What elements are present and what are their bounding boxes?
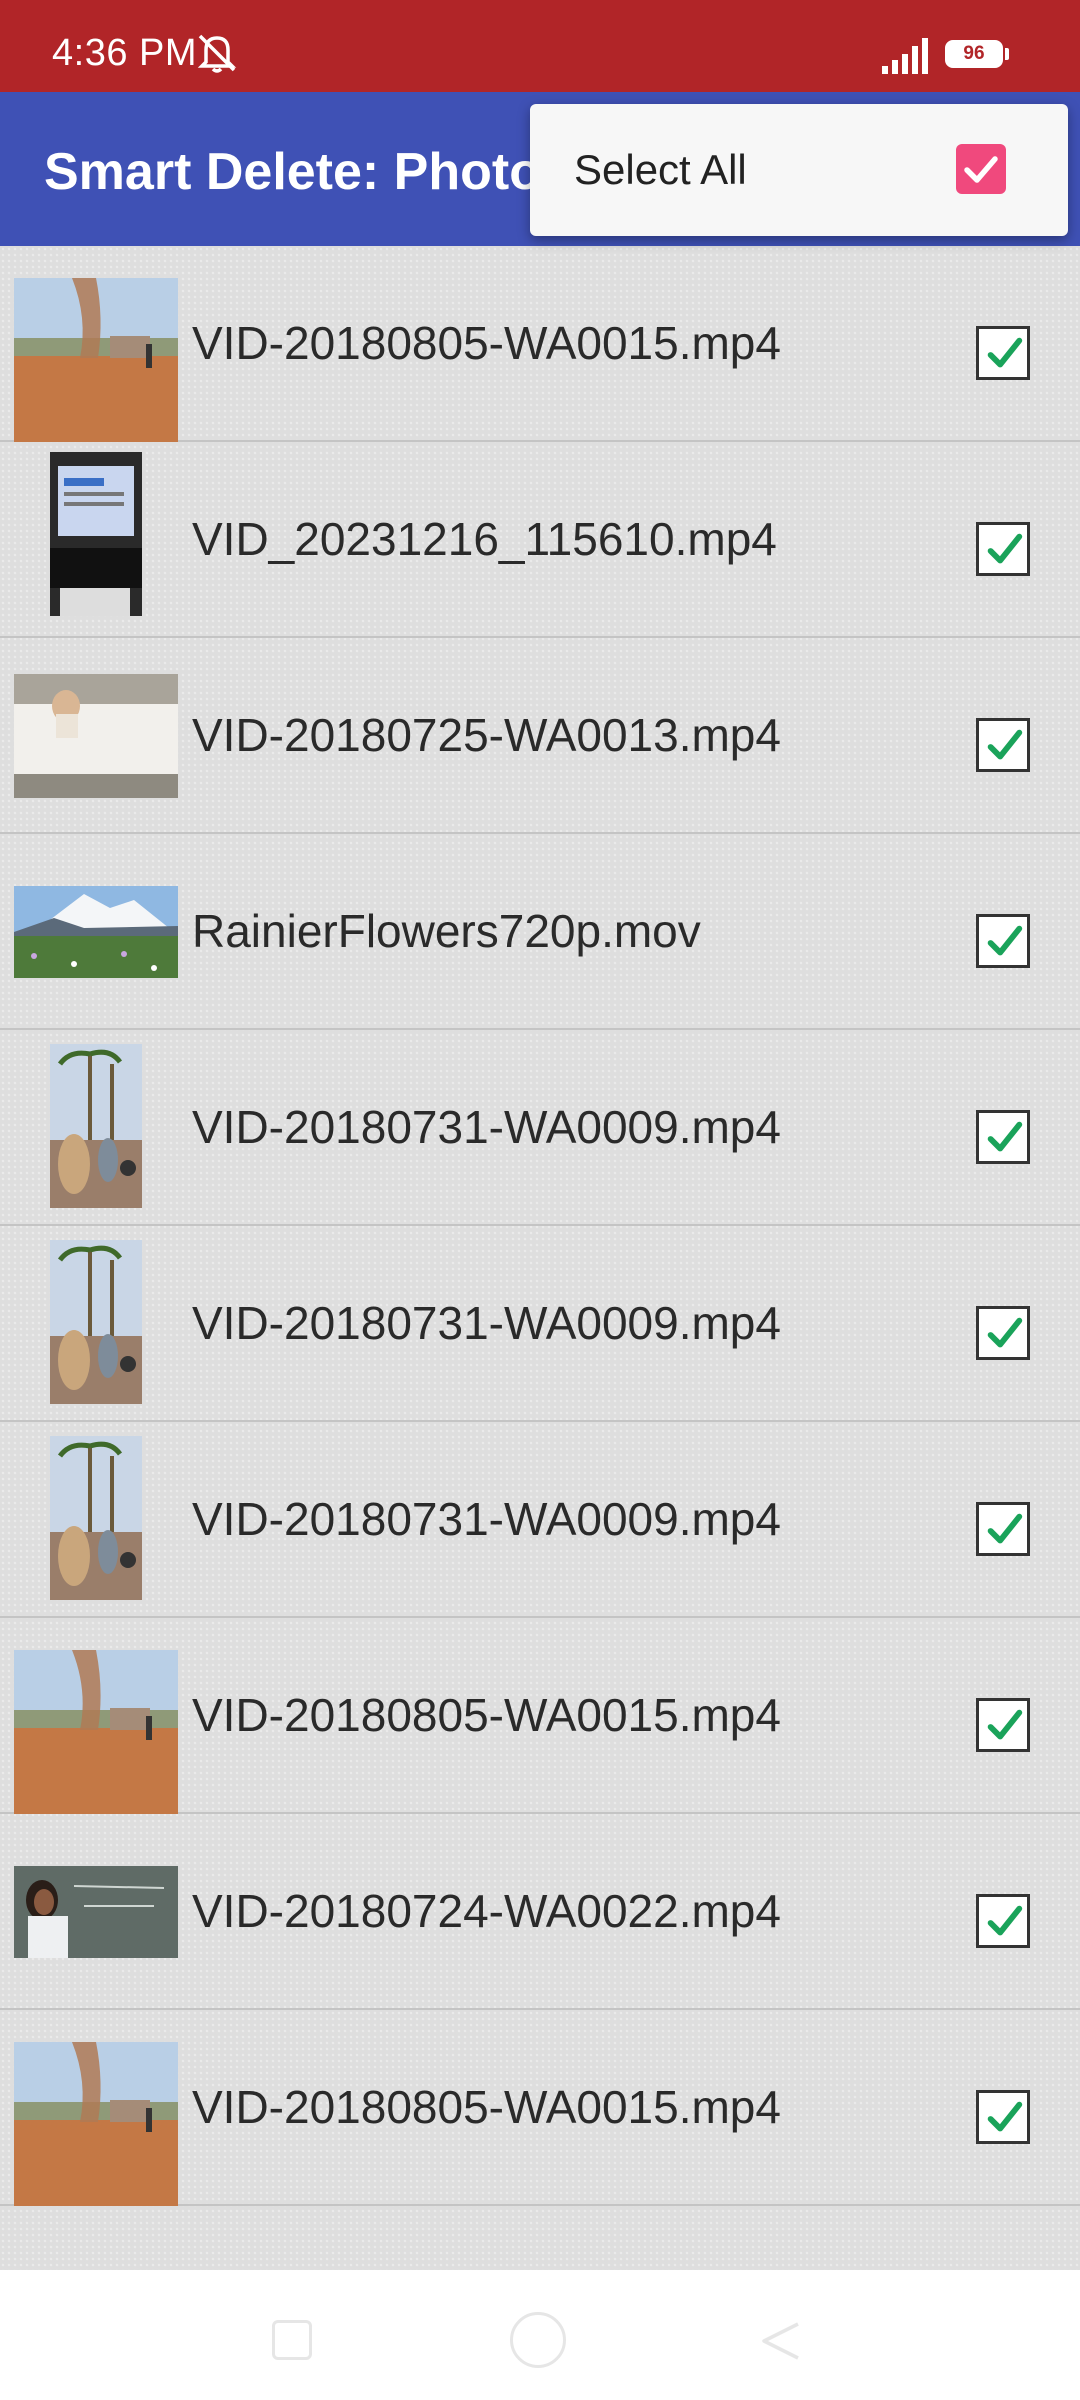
file-checkbox[interactable]	[976, 326, 1030, 380]
file-name: RainierFlowers720p.mov	[192, 905, 701, 957]
video-thumbnail	[14, 278, 178, 442]
checkmark-icon	[987, 1513, 1023, 1544]
video-thumbnail	[14, 1866, 178, 1958]
checkmark-icon	[987, 337, 1023, 368]
file-checkbox[interactable]	[976, 1306, 1030, 1360]
file-checkbox[interactable]	[976, 1894, 1030, 1948]
list-item[interactable]: VID-20180725-WA0013.mp4	[0, 638, 1080, 834]
checkmark-icon	[964, 156, 998, 183]
checkmark-icon	[987, 729, 1023, 760]
file-name: VID-20180731-WA0009.mp4	[192, 1101, 781, 1153]
list-item[interactable]: VID_20231216_115610.mp4	[0, 442, 1080, 638]
file-name: VID-20180731-WA0009.mp4	[192, 1297, 781, 1349]
back-button[interactable]	[758, 2318, 804, 2364]
signal-icon	[882, 38, 928, 74]
file-name: VID-20180805-WA0015.mp4	[192, 2081, 781, 2133]
video-thumbnail	[50, 1240, 142, 1404]
checkmark-icon	[987, 1709, 1023, 1740]
video-thumbnail	[14, 674, 178, 798]
list-item[interactable]: VID-20180805-WA0015.mp4	[0, 2010, 1080, 2206]
file-checkbox[interactable]	[976, 914, 1030, 968]
list-item[interactable]: VID-20180805-WA0015.mp4	[0, 1618, 1080, 1814]
app-title: Smart Delete: Photo	[44, 143, 541, 201]
checkmark-icon	[987, 2101, 1023, 2132]
select-all-menu[interactable]: Select All	[530, 104, 1068, 236]
battery-icon: 96	[945, 40, 1009, 72]
file-name: VID-20180724-WA0022.mp4	[192, 1885, 781, 1937]
battery-level: 96	[945, 40, 1003, 68]
list-item[interactable]: VID-20180724-WA0022.mp4	[0, 1814, 1080, 2010]
checkmark-icon	[987, 925, 1023, 956]
checkmark-icon	[987, 533, 1023, 564]
file-name: VID-20180725-WA0013.mp4	[192, 709, 781, 761]
file-checkbox[interactable]	[976, 1502, 1030, 1556]
checkmark-icon	[987, 1121, 1023, 1152]
status-time: 4:36 PM	[52, 32, 198, 74]
recents-button[interactable]	[272, 2320, 312, 2360]
select-all-checkbox[interactable]	[956, 144, 1006, 194]
checkmark-icon	[987, 1317, 1023, 1348]
status-bar: 4:36 PM 96	[0, 0, 1080, 92]
list-item[interactable]: VID-20180731-WA0009.mp4	[0, 1422, 1080, 1618]
file-name: VID-20180805-WA0015.mp4	[192, 1689, 781, 1741]
file-checkbox[interactable]	[976, 1698, 1030, 1752]
list-item[interactable]: VID-20180731-WA0009.mp4	[0, 1226, 1080, 1422]
file-name: VID-20180805-WA0015.mp4	[192, 317, 781, 369]
file-checkbox[interactable]	[976, 1110, 1030, 1164]
file-list[interactable]: VID-20180805-WA0015.mp4 VID_20231216_1156…	[0, 246, 1080, 2270]
list-item[interactable]: RainierFlowers720p.mov	[0, 834, 1080, 1030]
muted-bell-icon	[197, 34, 237, 73]
checkmark-icon	[987, 1905, 1023, 1936]
video-thumbnail	[14, 886, 178, 978]
navigation-bar	[0, 2270, 1080, 2400]
file-checkbox[interactable]	[976, 2090, 1030, 2144]
file-name: VID-20180731-WA0009.mp4	[192, 1493, 781, 1545]
video-thumbnail	[50, 1436, 142, 1600]
file-name: VID_20231216_115610.mp4	[192, 513, 777, 565]
home-button[interactable]	[510, 2312, 566, 2368]
list-item[interactable]: VID-20180805-WA0015.mp4	[0, 246, 1080, 442]
file-checkbox[interactable]	[976, 718, 1030, 772]
video-thumbnail	[14, 1650, 178, 1814]
list-item[interactable]: VID-20180731-WA0009.mp4	[0, 1030, 1080, 1226]
file-checkbox[interactable]	[976, 522, 1030, 576]
video-thumbnail	[14, 2042, 178, 2206]
video-thumbnail	[50, 1044, 142, 1208]
video-thumbnail	[50, 452, 142, 616]
select-all-label: Select All	[574, 146, 747, 193]
